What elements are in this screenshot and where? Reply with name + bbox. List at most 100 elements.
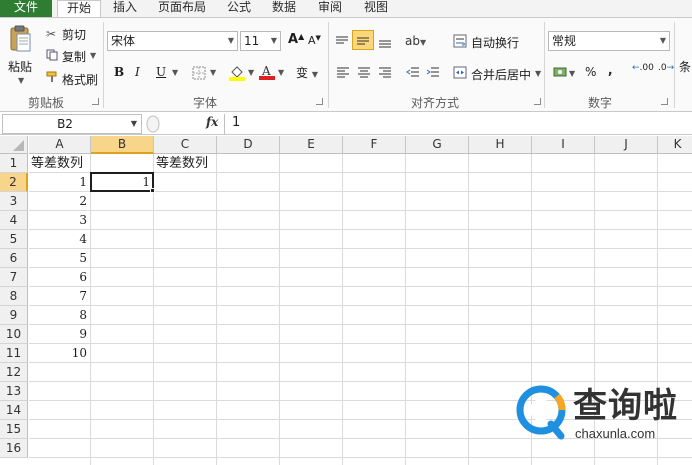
border-dropdown-icon[interactable]: ▼ bbox=[210, 68, 216, 77]
tab-insert[interactable]: 插入 bbox=[106, 0, 144, 17]
column-header-i[interactable]: I bbox=[532, 136, 595, 154]
row-header-3[interactable]: 3 bbox=[0, 192, 28, 211]
row-header-8[interactable]: 8 bbox=[0, 287, 28, 306]
wrap-text-button[interactable]: 自动换行 bbox=[471, 34, 519, 51]
row-header-10[interactable]: 10 bbox=[0, 325, 28, 344]
clipboard-launcher-icon[interactable] bbox=[92, 98, 99, 105]
tab-page-layout[interactable]: 页面布局 bbox=[151, 0, 213, 17]
column-header-b[interactable]: B bbox=[91, 136, 154, 154]
align-bottom-icon[interactable] bbox=[378, 35, 392, 52]
column-header-j[interactable]: J bbox=[595, 136, 658, 154]
cell-c1[interactable]: 等差数列 bbox=[154, 154, 230, 173]
currency-dropdown-icon[interactable]: ▼ bbox=[569, 69, 575, 78]
align-left-icon[interactable] bbox=[336, 66, 350, 81]
row-header-13[interactable]: 13 bbox=[0, 382, 28, 401]
orientation-icon[interactable]: ab▼ bbox=[405, 34, 426, 48]
cell-a9[interactable]: 8 bbox=[29, 306, 91, 325]
align-right-icon[interactable] bbox=[378, 66, 392, 81]
row-header-4[interactable]: 4 bbox=[0, 211, 28, 230]
paste-dropdown-icon[interactable]: ▼ bbox=[18, 76, 24, 85]
cell-a11[interactable]: 10 bbox=[29, 344, 91, 363]
grow-font-button[interactable]: A▲ bbox=[288, 32, 304, 47]
format-painter-button[interactable]: 格式刷 bbox=[62, 71, 98, 88]
copy-dropdown-icon[interactable]: ▼ bbox=[90, 51, 96, 60]
copy-button[interactable]: 复制 bbox=[62, 48, 86, 65]
shrink-font-button[interactable]: A▼ bbox=[308, 34, 321, 47]
formula-bar-toggle-icon[interactable] bbox=[146, 115, 160, 133]
cell-a10[interactable]: 9 bbox=[29, 325, 91, 344]
row-header-9[interactable]: 9 bbox=[0, 306, 28, 325]
row-header-7[interactable]: 7 bbox=[0, 268, 28, 287]
column-header-h[interactable]: H bbox=[469, 136, 532, 154]
row-header-11[interactable]: 11 bbox=[0, 344, 28, 363]
tab-review[interactable]: 审阅 bbox=[310, 0, 350, 17]
decrease-indent-icon[interactable] bbox=[406, 66, 420, 81]
cell-a7[interactable]: 6 bbox=[29, 268, 91, 287]
currency-icon[interactable] bbox=[553, 66, 567, 81]
tab-data[interactable]: 数据 bbox=[264, 0, 304, 17]
cell-a5[interactable]: 4 bbox=[29, 230, 91, 249]
decrease-decimal-button[interactable]: .0→ bbox=[658, 64, 674, 73]
formula-input[interactable]: 1 bbox=[224, 114, 692, 134]
border-icon[interactable] bbox=[192, 66, 206, 83]
row-header-14[interactable]: 14 bbox=[0, 401, 28, 420]
increase-decimal-button[interactable]: ←.00 bbox=[632, 64, 654, 73]
name-box[interactable]: B2 ▼ bbox=[2, 114, 142, 134]
tab-file[interactable]: 文件 bbox=[0, 0, 52, 17]
font-color-dropdown-icon[interactable]: ▼ bbox=[278, 68, 284, 77]
column-header-a[interactable]: A bbox=[29, 136, 91, 154]
row-header-1[interactable]: 1 bbox=[0, 154, 28, 173]
conditional-format-partial[interactable]: 条 bbox=[679, 58, 691, 75]
cut-button[interactable]: 剪切 bbox=[62, 26, 86, 43]
cell-a6[interactable]: 5 bbox=[29, 249, 91, 268]
cell-a1[interactable]: 等差数列 bbox=[29, 154, 103, 173]
row-header-15[interactable]: 15 bbox=[0, 420, 28, 439]
row-header-2[interactable]: 2 bbox=[0, 173, 28, 192]
fill-color-dropdown-icon[interactable]: ▼ bbox=[248, 68, 254, 77]
cell-a4[interactable]: 3 bbox=[29, 211, 91, 230]
tab-view[interactable]: 视图 bbox=[356, 0, 396, 17]
active-cell-b2[interactable] bbox=[90, 172, 154, 192]
tab-home[interactable]: 开始 bbox=[57, 0, 101, 18]
cell-a3[interactable]: 2 bbox=[29, 192, 91, 211]
align-middle-icon[interactable] bbox=[352, 30, 374, 50]
percent-button[interactable]: % bbox=[585, 65, 596, 79]
font-size-combo[interactable]: 11 ▼ bbox=[240, 31, 281, 51]
number-format-combo[interactable]: 常规 ▼ bbox=[548, 31, 670, 51]
paste-icon[interactable] bbox=[8, 24, 32, 54]
column-header-c[interactable]: C bbox=[154, 136, 217, 154]
underline-button[interactable]: U bbox=[156, 65, 166, 79]
font-color-icon[interactable]: A bbox=[259, 63, 275, 83]
increase-indent-icon[interactable] bbox=[426, 66, 440, 81]
paste-button[interactable]: 粘贴 bbox=[8, 58, 32, 75]
merge-center-dropdown-icon[interactable]: ▼ bbox=[535, 69, 541, 78]
bold-button[interactable]: B bbox=[114, 65, 124, 79]
insert-function-icon[interactable]: fx bbox=[206, 115, 218, 129]
copy-icon[interactable] bbox=[46, 49, 58, 64]
comma-button[interactable]: , bbox=[608, 63, 613, 77]
cell-a8[interactable]: 7 bbox=[29, 287, 91, 306]
row-header-16[interactable]: 16 bbox=[0, 439, 28, 458]
fill-handle[interactable] bbox=[150, 188, 155, 193]
column-header-d[interactable]: D bbox=[217, 136, 280, 154]
select-all-corner[interactable] bbox=[0, 136, 28, 154]
underline-dropdown-icon[interactable]: ▼ bbox=[172, 68, 178, 77]
row-header-5[interactable]: 5 bbox=[0, 230, 28, 249]
column-header-k[interactable]: K bbox=[658, 136, 692, 154]
phonetic-button[interactable]: 变 ▼ bbox=[296, 64, 318, 81]
font-name-combo[interactable]: 宋体 ▼ bbox=[107, 31, 238, 51]
tab-formulas[interactable]: 公式 bbox=[219, 0, 259, 17]
cell-a2[interactable]: 1 bbox=[29, 173, 91, 192]
merge-center-icon[interactable] bbox=[453, 66, 467, 82]
column-header-e[interactable]: E bbox=[280, 136, 343, 154]
wrap-text-icon[interactable] bbox=[453, 34, 467, 51]
italic-button[interactable]: I bbox=[135, 65, 140, 79]
align-top-icon[interactable] bbox=[335, 35, 349, 50]
cut-icon[interactable]: ✂ bbox=[46, 27, 56, 41]
merge-center-button[interactable]: 合并后居中 bbox=[471, 66, 531, 83]
fill-color-icon[interactable] bbox=[229, 64, 245, 84]
alignment-launcher-icon[interactable] bbox=[534, 98, 541, 105]
column-header-f[interactable]: F bbox=[343, 136, 406, 154]
align-center-icon[interactable] bbox=[357, 66, 371, 81]
format-painter-icon[interactable] bbox=[46, 71, 59, 86]
